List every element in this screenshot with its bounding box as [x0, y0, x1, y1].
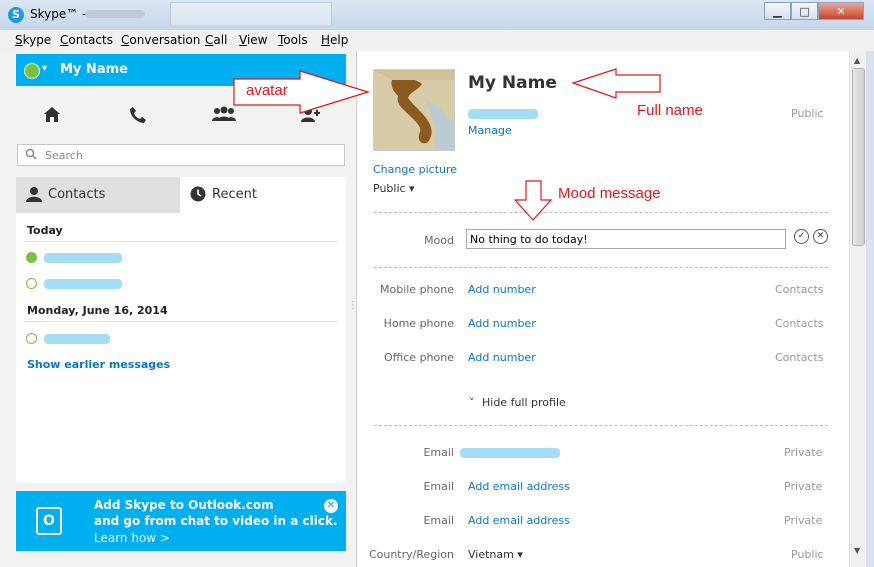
annotation-avatar-label: avatar	[246, 82, 288, 99]
annotation-arrows	[233, 68, 661, 221]
annotation-full-name-label: Full name	[637, 102, 703, 119]
annotation-mood-label: Mood message	[558, 185, 661, 202]
